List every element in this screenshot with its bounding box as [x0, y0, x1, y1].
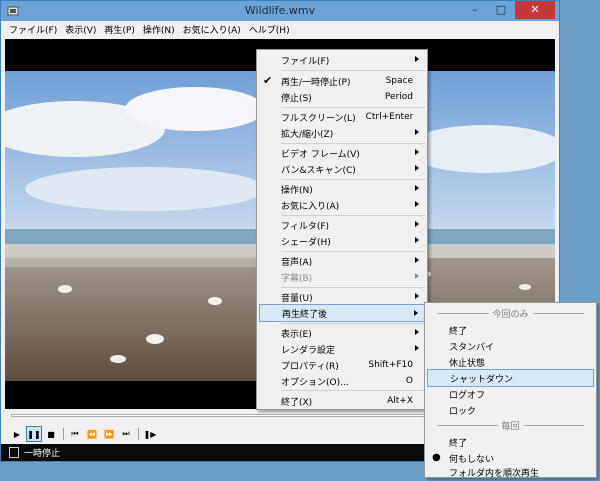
rewind-icon[interactable]: ⏪: [84, 426, 100, 442]
menu-item-shaders[interactable]: シェーダ(H): [259, 232, 425, 250]
submenu-item-lock[interactable]: ロック: [427, 401, 594, 419]
stop-icon[interactable]: ■: [43, 426, 59, 442]
menu-item-file[interactable]: ファイル(F): [259, 51, 425, 69]
frame-step-icon[interactable]: ❚▶: [142, 426, 158, 442]
menu-bar: ファイル(F) 表示(V) 再生(P) 操作(N) お気に入り(A) ヘルプ(H…: [1, 21, 559, 38]
menu-item-after-playback[interactable]: 再生終了後: [259, 304, 425, 322]
close-button[interactable]: ✕: [515, 1, 555, 19]
next-icon[interactable]: ⏭: [118, 426, 134, 442]
controls-divider: [138, 428, 139, 440]
submenu-arrow-icon: [415, 56, 419, 62]
controls-divider: [63, 428, 64, 440]
submenu-arrow-icon: [415, 345, 419, 351]
submenu-arrow-icon: [415, 257, 419, 263]
pause-icon[interactable]: ❚❚: [26, 426, 42, 442]
menu-item-zoom[interactable]: 拡大/縮小(Z): [259, 124, 425, 142]
menu-file[interactable]: ファイル(F): [5, 23, 61, 36]
group-header-this-time: 今回のみ: [427, 306, 594, 320]
group-header-every-time: 毎回: [427, 418, 594, 432]
submenu-arrow-icon: [415, 273, 419, 279]
context-menu: ファイル(F) ✔ 再生/一時停止(P) Space 停止(S) Period フルス…: [256, 49, 428, 410]
submenu-arrow-icon: [415, 185, 419, 191]
menu-help[interactable]: ヘルプ(H): [245, 23, 294, 36]
status-text: 一時停止: [24, 449, 61, 459]
submenu-arrow-icon: [415, 329, 419, 335]
minimize-button[interactable]: –: [463, 1, 487, 19]
title-bar[interactable]: Wildlife.wmv – □ ✕: [1, 1, 559, 21]
after-playback-submenu: 今回のみ 終了 スタンバイ 休止状態 シャットダウン ログオフ ロック 毎回 終…: [424, 302, 597, 481]
checkmark-icon: ✔: [263, 74, 273, 87]
submenu-arrow-icon: [415, 221, 419, 227]
menu-item-options[interactable]: オプション(O)... O: [259, 372, 425, 390]
menu-separator: [281, 70, 425, 71]
submenu-arrow-icon: [415, 129, 419, 135]
menu-favorites[interactable]: お気に入り(A): [179, 23, 245, 36]
document-icon: [9, 447, 19, 458]
menu-item-subtitles: 字幕(B): [259, 268, 425, 286]
menu-navigate[interactable]: 操作(N): [139, 23, 179, 36]
submenu-arrow-icon: [415, 149, 419, 155]
menu-play[interactable]: 再生(P): [100, 23, 138, 36]
submenu-item-play-folder[interactable]: フォルダ内を順次再生: [427, 463, 594, 481]
maximize-button[interactable]: □: [489, 1, 513, 19]
play-icon[interactable]: ▶: [9, 426, 25, 442]
menu-item-pan-scan[interactable]: パン&スキャン(C): [259, 160, 425, 178]
submenu-arrow-icon: [414, 310, 418, 316]
menu-view[interactable]: 表示(V): [61, 23, 100, 36]
fast-forward-icon[interactable]: ⏩: [101, 426, 117, 442]
submenu-arrow-icon: [415, 165, 419, 171]
submenu-arrow-icon: [415, 293, 419, 299]
previous-icon[interactable]: ⏮: [67, 426, 83, 442]
menu-item-favorites[interactable]: お気に入り(A): [259, 196, 425, 214]
submenu-arrow-icon: [415, 237, 419, 243]
menu-item-exit[interactable]: 終了(X) Alt+X: [259, 392, 425, 410]
menu-separator: [281, 390, 425, 391]
submenu-arrow-icon: [415, 201, 419, 207]
menu-item-stop[interactable]: 停止(S) Period: [259, 88, 425, 106]
radio-bullet-icon: ●: [432, 452, 441, 463]
